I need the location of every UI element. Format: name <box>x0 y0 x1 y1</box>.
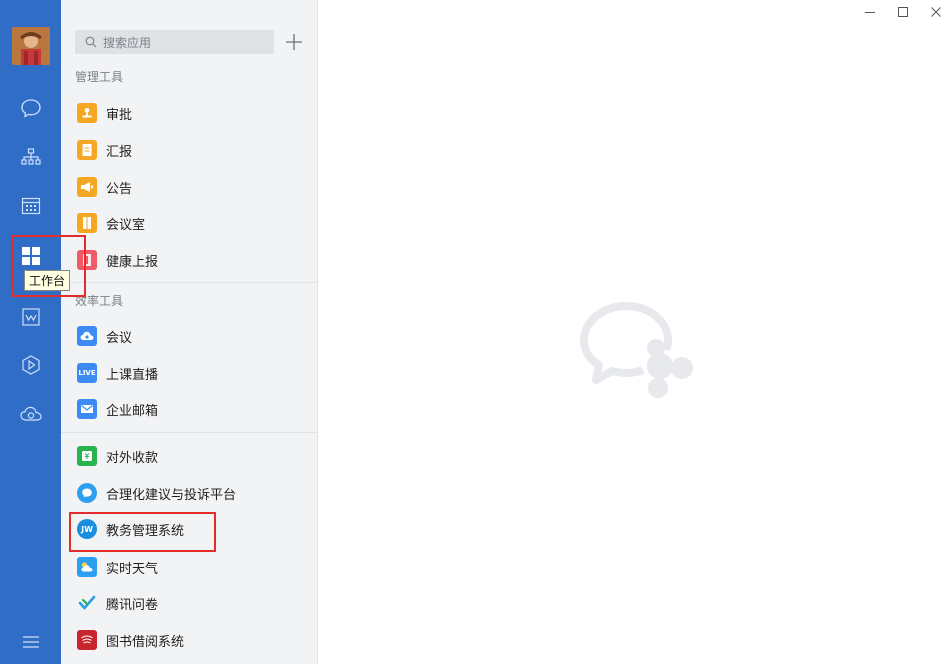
cloud-icon[interactable] <box>0 394 61 434</box>
report-icon <box>77 140 97 160</box>
survey-icon <box>77 593 97 613</box>
feedback-icon <box>77 483 97 503</box>
org-chart-icon[interactable] <box>0 137 61 177</box>
chat-icon[interactable] <box>0 88 61 128</box>
menu-icon[interactable] <box>0 622 61 662</box>
minimize-icon[interactable] <box>858 2 882 22</box>
meeting-room-icon <box>77 213 97 233</box>
avatar[interactable] <box>12 27 50 65</box>
app-label: 企业邮箱 <box>106 403 159 419</box>
app-label: 图书借阅系统 <box>106 634 185 650</box>
divider <box>61 432 317 433</box>
box-icon[interactable] <box>0 345 61 385</box>
app-item-report[interactable]: 汇报 <box>73 135 305 165</box>
live-icon: LIVE <box>77 363 97 383</box>
maximize-icon[interactable] <box>891 2 915 22</box>
search-icon <box>85 36 97 48</box>
app-label: 健康上报 <box>106 254 159 270</box>
app-label: 会议室 <box>106 217 146 233</box>
app-item-mail[interactable]: 企业邮箱 <box>73 394 305 424</box>
left-rail <box>0 0 61 664</box>
highlight-academic-system <box>69 512 216 552</box>
app-label: 对外收款 <box>106 450 159 466</box>
app-label: 汇报 <box>106 144 133 160</box>
add-app-icon[interactable] <box>283 31 305 53</box>
app-item-meeting[interactable]: 会议 <box>73 321 305 351</box>
highlight-workbench <box>11 235 86 297</box>
app-label: 实时天气 <box>106 561 159 577</box>
app-label: 审批 <box>106 107 133 123</box>
main-content <box>318 0 952 664</box>
app-item-survey[interactable]: 腾讯问卷 <box>73 588 305 618</box>
app-item-payment[interactable]: 对外收款 <box>73 441 305 471</box>
payment-icon <box>77 446 97 466</box>
app-item-meeting-room[interactable]: 会议室 <box>73 208 305 238</box>
app-label: 会议 <box>106 330 133 346</box>
search-input[interactable]: 搜索应用 <box>103 34 151 51</box>
weather-icon <box>77 557 97 577</box>
docs-icon[interactable] <box>0 297 61 337</box>
app-item-library[interactable]: 图书借阅系统 <box>73 625 305 655</box>
app-item-announcement[interactable]: 公告 <box>73 172 305 202</box>
app-item-health-report[interactable]: 健康上报 <box>73 245 305 275</box>
app-label: 公告 <box>106 181 133 197</box>
app-item-weather[interactable]: 实时天气 <box>73 552 305 582</box>
approval-icon <box>77 103 97 123</box>
meeting-icon <box>77 326 97 346</box>
announcement-icon <box>77 177 97 197</box>
app-item-approval[interactable]: 审批 <box>73 98 305 128</box>
calendar-icon[interactable] <box>0 186 61 226</box>
divider <box>61 282 317 283</box>
app-label: 腾讯问卷 <box>106 597 159 613</box>
app-item-live[interactable]: LIVE 上课直播 <box>73 358 305 388</box>
wecom-logo-icon <box>578 298 698 402</box>
search-box[interactable]: 搜索应用 <box>75 30 274 54</box>
mail-icon <box>77 399 97 419</box>
section-title-management: 管理工具 <box>75 70 124 84</box>
app-label: 上课直播 <box>106 367 159 383</box>
app-label: 合理化建议与投诉平台 <box>106 487 237 503</box>
app-panel: 搜索应用 管理工具 审批 汇报 公告 会议室 健康上报 效率工具 会议 LIVE… <box>61 0 318 664</box>
close-icon[interactable] <box>924 2 948 22</box>
library-icon <box>77 630 97 650</box>
app-item-feedback[interactable]: 合理化建议与投诉平台 <box>73 478 305 508</box>
